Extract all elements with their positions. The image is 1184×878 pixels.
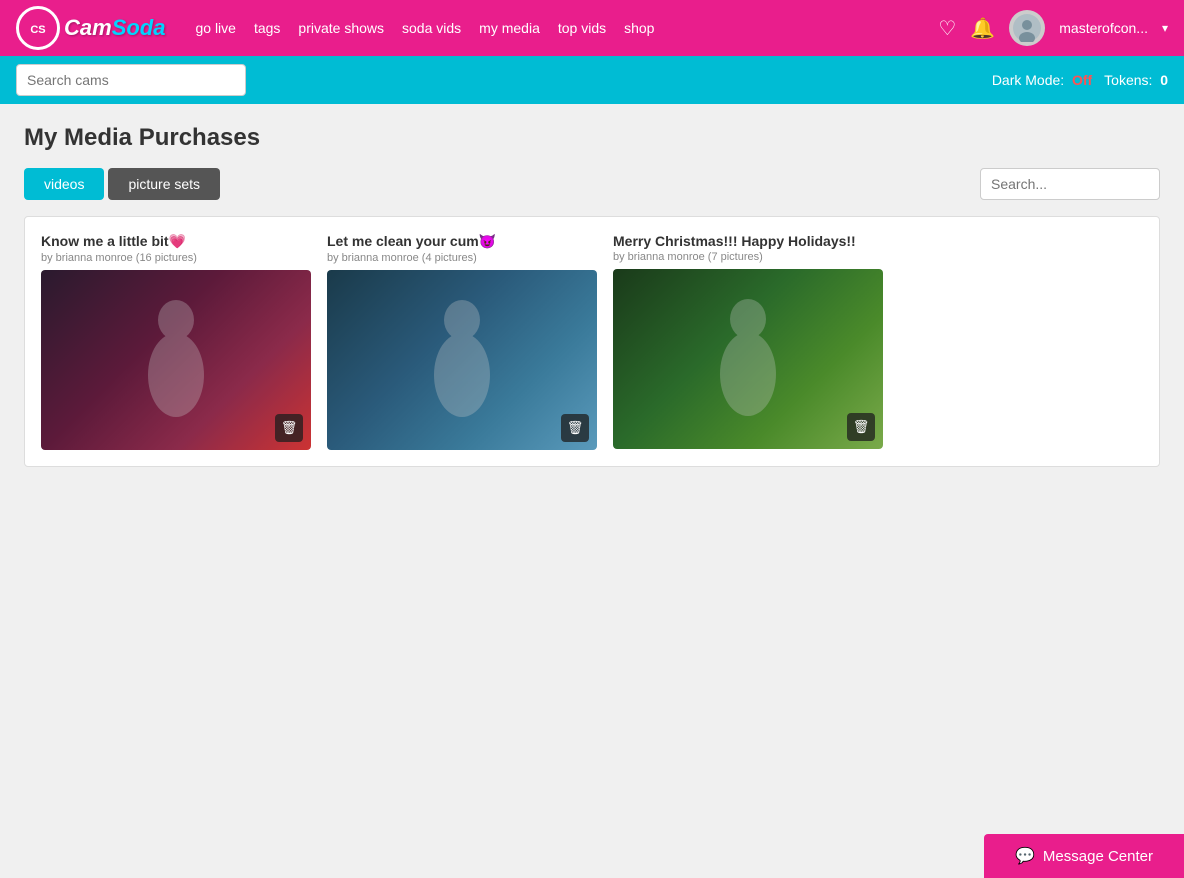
nav-private-shows[interactable]: private shows xyxy=(298,20,384,36)
tab-videos[interactable]: videos xyxy=(24,168,104,200)
logo-text: CamSoda xyxy=(64,15,165,41)
media-grid-container: Know me a little bit💗 by brianna monroe … xyxy=(24,216,1160,467)
figure-icon xyxy=(422,295,502,425)
dark-mode-label: Dark Mode: Off xyxy=(992,72,1092,88)
media-card-subtitle: by brianna monroe (7 pictures) xyxy=(613,251,883,263)
tab-picture-sets[interactable]: picture sets xyxy=(108,168,220,200)
media-card-subtitle: by brianna monroe (4 pictures) xyxy=(327,252,597,264)
nav-go-live[interactable]: go live xyxy=(195,20,235,36)
figure-icon xyxy=(136,295,216,425)
search-input[interactable] xyxy=(16,64,246,96)
main-content: My Media Purchases videos picture sets K… xyxy=(0,104,1184,487)
media-thumbnail[interactable]: 🗑 xyxy=(327,270,597,450)
nav-my-media[interactable]: my media xyxy=(479,20,540,36)
search-bar-right: Dark Mode: Off Tokens: 0 xyxy=(992,72,1168,88)
nav-tags[interactable]: tags xyxy=(254,20,280,36)
logo[interactable]: CS CamSoda xyxy=(16,6,165,50)
logo-icon: CS xyxy=(19,9,57,47)
media-thumbnail[interactable]: 🗑 xyxy=(41,270,311,450)
avatar[interactable] xyxy=(1009,10,1045,46)
top-nav: CS CamSoda go live tags private shows so… xyxy=(0,0,1184,56)
logo-circle: CS xyxy=(16,6,60,50)
nav-soda-vids[interactable]: soda vids xyxy=(402,20,461,36)
nav-top-vids[interactable]: top vids xyxy=(558,20,606,36)
delete-button[interactable]: 🗑 xyxy=(275,414,303,442)
delete-button[interactable]: 🗑 xyxy=(847,413,875,441)
svg-text:CS: CS xyxy=(30,24,45,36)
media-card-subtitle: by brianna monroe (16 pictures) xyxy=(41,252,311,264)
nav-right: ♡ 🔔 masterofcon... ▾ xyxy=(938,10,1168,46)
media-card-title: Merry Christmas!!! Happy Holidays!! xyxy=(613,233,883,249)
username-label[interactable]: masterofcon... xyxy=(1059,20,1148,36)
list-item[interactable]: Merry Christmas!!! Happy Holidays!! by b… xyxy=(613,233,883,450)
media-thumbnail[interactable]: 🗑 xyxy=(613,269,883,449)
message-center[interactable]: 💬 Message Center xyxy=(984,834,1184,878)
media-card-title: Know me a little bit💗 xyxy=(41,233,311,250)
figure-icon xyxy=(708,294,788,424)
message-icon: 💬 xyxy=(1015,846,1035,866)
thumbnail-figure xyxy=(327,270,597,450)
tokens-count: 0 xyxy=(1160,72,1168,88)
delete-button[interactable]: 🗑 xyxy=(561,414,589,442)
dropdown-icon[interactable]: ▾ xyxy=(1162,21,1168,35)
dark-mode-value[interactable]: Off xyxy=(1072,72,1092,88)
nav-shop[interactable]: shop xyxy=(624,20,654,36)
heart-icon[interactable]: ♡ xyxy=(938,16,956,41)
media-grid: Know me a little bit💗 by brianna monroe … xyxy=(41,233,1143,450)
thumbnail-figure xyxy=(613,269,883,449)
avatar-icon xyxy=(1013,14,1041,42)
tab-search-container xyxy=(980,168,1160,200)
list-item[interactable]: Know me a little bit💗 by brianna monroe … xyxy=(41,233,311,450)
media-card-title: Let me clean your cum😈 xyxy=(327,233,597,250)
thumbnail-figure xyxy=(41,270,311,450)
nav-links: go live tags private shows soda vids my … xyxy=(195,20,918,36)
media-search-input[interactable] xyxy=(980,168,1160,200)
search-bar: Dark Mode: Off Tokens: 0 xyxy=(0,56,1184,104)
message-center-label: Message Center xyxy=(1043,848,1153,865)
tabs-row: videos picture sets xyxy=(24,168,1160,200)
page-title: My Media Purchases xyxy=(24,124,1160,152)
tokens-label: Tokens: 0 xyxy=(1104,72,1168,88)
list-item[interactable]: Let me clean your cum😈 by brianna monroe… xyxy=(327,233,597,450)
bell-icon[interactable]: 🔔 xyxy=(970,16,995,41)
